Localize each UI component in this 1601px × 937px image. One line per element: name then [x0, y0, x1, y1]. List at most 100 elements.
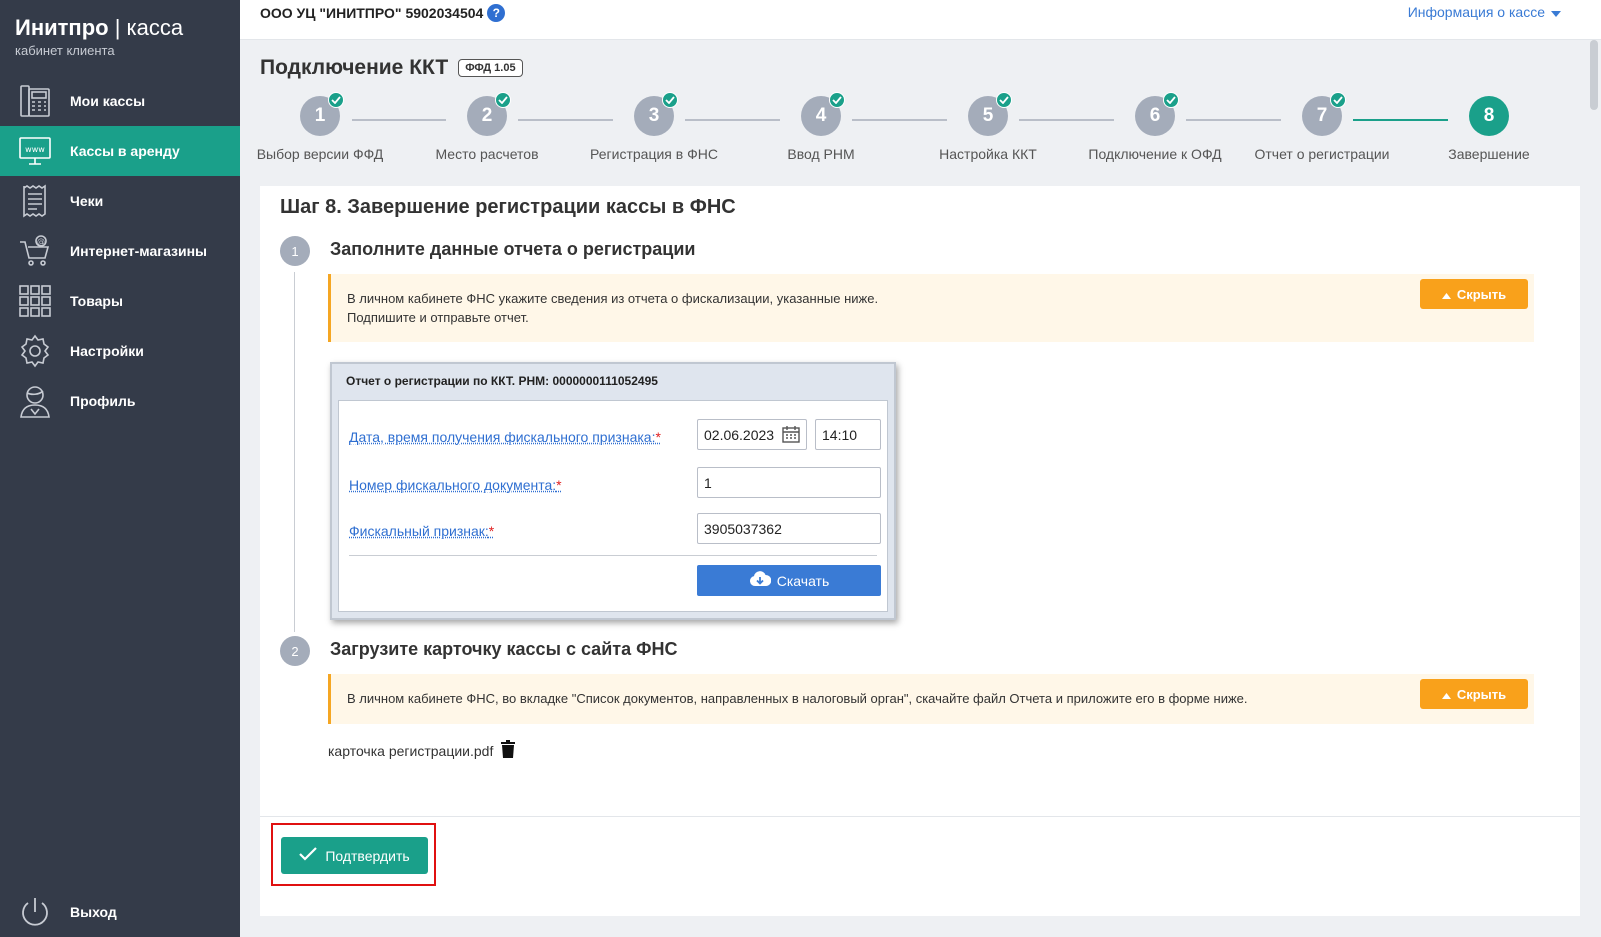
fiscal-doc-number-input[interactable]: 1 — [697, 467, 881, 498]
hide-label: Скрыть — [1456, 286, 1507, 302]
fiscal-sign-label[interactable]: Фискальный признак:* — [349, 523, 494, 539]
step-label: Завершение — [1448, 146, 1530, 162]
step-3[interactable]: 3 Регистрация в ФНС — [579, 92, 729, 162]
brand-product: касса — [126, 15, 184, 40]
caret-up-icon — [1441, 685, 1451, 704]
www-monitor-icon: www — [0, 126, 70, 176]
sidebar-item-label: Чеки — [70, 193, 104, 209]
step-number: 8 — [1483, 105, 1495, 126]
check-icon — [495, 92, 511, 108]
step-6[interactable]: 6 Подключение к ОФД — [1080, 92, 1230, 162]
fiscal-sign-input[interactable]: 3905037362 — [697, 513, 881, 544]
svg-text:www: www — [25, 145, 45, 154]
sidebar-item-label: Товары — [70, 293, 123, 309]
report-divider — [349, 555, 877, 556]
sidebar-item-goods[interactable]: Товары — [0, 276, 240, 326]
brand-logo[interactable]: Инитпро | касса кабинет клиента — [15, 15, 183, 58]
sidebar-item-label: Кассы в аренду — [70, 143, 180, 159]
step-label: Настройка ККТ — [939, 146, 1037, 162]
calendar-icon[interactable] — [782, 425, 800, 446]
sidebar-item-my-kkt[interactable]: Мои кассы — [0, 76, 240, 126]
step-1[interactable]: 1 Выбор версии ФФД — [245, 92, 395, 162]
sidebar: Инитпро | касса кабинет клиента Мои касс… — [0, 0, 240, 937]
step-8[interactable]: 8 Завершение — [1414, 96, 1564, 162]
svg-text:@: @ — [37, 237, 45, 246]
step-label: Выбор версии ФФД — [256, 146, 384, 162]
kkt-info-dropdown[interactable]: Информация о кассе — [1408, 4, 1561, 20]
note-text: В личном кабинете ФНС укажите сведения и… — [347, 291, 879, 306]
step-title: Шаг 8. Завершение регистрации кассы в ФН… — [280, 196, 736, 218]
online-cart-icon: @ — [0, 226, 70, 276]
fiscal-doc-number-value: 1 — [704, 475, 712, 491]
gear-icon — [0, 326, 70, 376]
checkmark-icon — [299, 847, 318, 864]
fiscal-time-input[interactable]: 14:10 — [815, 419, 881, 450]
confirm-highlight-frame: Подтвердить — [271, 823, 436, 886]
step-5[interactable]: 5 Настройка ККТ — [913, 92, 1063, 162]
sidebar-item-online-shops[interactable]: @ Интернет-магазины — [0, 226, 240, 276]
sidebar-item-label: Мои кассы — [70, 93, 146, 109]
sidebar-item-receipts[interactable]: Чеки — [0, 176, 240, 226]
sidebar-item-label: Настройки — [70, 343, 144, 359]
step-number: 3 — [648, 105, 660, 126]
fiscal-doc-number-label[interactable]: Номер фискального документа:* — [349, 477, 562, 493]
page-title: Подключение ККТ — [260, 56, 449, 79]
registration-report-panel: Отчет о регистрации по ККТ. РНМ: 0000000… — [330, 362, 896, 620]
brand-name: Инитпро — [15, 15, 109, 40]
page-scrollbar-track[interactable] — [1581, 40, 1601, 937]
topbar: ООО УЦ "ИНИТПРО" 5902034504 ? Информация… — [240, 0, 1601, 40]
step-label: Подключение к ОФД — [1088, 146, 1222, 162]
brand-subtitle: кабинет клиента — [15, 43, 115, 58]
hide-button[interactable]: Скрыть — [1420, 679, 1528, 709]
fiscal-date-input[interactable]: 02.06.2023 — [697, 419, 807, 450]
receipt-icon — [0, 176, 70, 226]
grid-icon — [0, 276, 70, 326]
instruction-note-1: В личном кабинете ФНС укажите сведения и… — [328, 274, 1534, 342]
instruction-note-2: В личном кабинете ФНС, во вкладке "Списо… — [328, 674, 1534, 724]
fiscal-date-value: 02.06.2023 — [704, 427, 775, 443]
sidebar-item-profile[interactable]: Профиль — [0, 376, 240, 426]
trash-icon[interactable] — [501, 740, 516, 761]
field-label-text: Дата, время получения фискального призна… — [349, 429, 656, 445]
help-icon[interactable]: ? — [487, 4, 506, 22]
step-number: 4 — [815, 105, 827, 126]
download-button[interactable]: Скачать — [697, 565, 881, 596]
page-scrollbar-thumb[interactable] — [1590, 40, 1598, 110]
power-icon — [0, 895, 70, 929]
step-label: Регистрация в ФНС — [590, 146, 718, 162]
hide-label: Скрыть — [1456, 686, 1507, 702]
field-label-text: Номер фискального документа: — [349, 477, 557, 493]
confirm-button[interactable]: Подтвердить — [281, 837, 428, 874]
step-2[interactable]: 2 Место расчетов — [412, 92, 562, 162]
confirm-label: Подтвердить — [325, 847, 410, 864]
step-number: 6 — [1149, 105, 1161, 126]
download-label: Скачать — [776, 572, 830, 589]
wizard-stepper: 1 Выбор версии ФФД 2 Место расчетов 3 Ре… — [255, 92, 1565, 168]
required-mark: * — [556, 477, 562, 493]
page-header: Подключение ККТ ФФД 1.05 — [260, 56, 523, 80]
step-label: Отчет о регистрации — [1254, 146, 1390, 162]
sidebar-item-rent-kkt[interactable]: www Кассы в аренду — [0, 126, 240, 176]
step-7[interactable]: 7 Отчет о регистрации — [1247, 92, 1397, 162]
logout-button[interactable]: Выход — [0, 887, 240, 937]
file-name[interactable]: карточка регистрации.pdf — [328, 743, 493, 759]
check-icon — [662, 92, 678, 108]
sidebar-item-settings[interactable]: Настройки — [0, 326, 240, 376]
fiscal-date-label[interactable]: Дата, время получения фискального призна… — [349, 429, 661, 445]
section-connector-line — [294, 272, 295, 632]
report-form: Дата, время получения фискального призна… — [338, 400, 888, 612]
step-label: Место расчетов — [435, 146, 539, 162]
check-icon — [1163, 92, 1179, 108]
fiscal-sign-value: 3905037362 — [704, 521, 782, 537]
check-icon — [328, 92, 344, 108]
check-icon — [829, 92, 845, 108]
hide-button[interactable]: Скрыть — [1420, 279, 1528, 309]
section-number-2: 2 — [280, 636, 310, 666]
ffd-version-badge: ФФД 1.05 — [458, 59, 523, 77]
sidebar-nav: Мои кассы www Кассы в аренду Чеки @ Инте… — [0, 76, 240, 426]
step-number: 7 — [1316, 105, 1328, 126]
note-text: Подпишите и отправьте отчет. — [347, 310, 529, 325]
cash-register-icon — [0, 76, 70, 126]
fiscal-time-value: 14:10 — [822, 427, 858, 443]
step-4[interactable]: 4 Ввод РНМ — [746, 92, 896, 162]
